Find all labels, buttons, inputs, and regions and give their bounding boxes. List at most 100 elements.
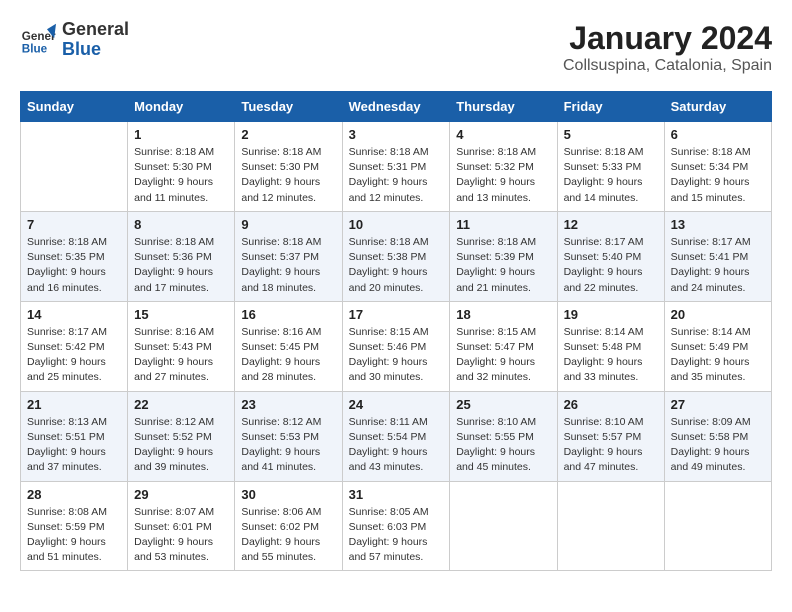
calendar-cell: 27 Sunrise: 8:09 AMSunset: 5:58 PMDayligh… <box>664 391 771 481</box>
calendar-cell: 15Sunrise: 8:16 AMSunset: 5:43 PMDayligh… <box>128 301 235 391</box>
day-number: 16 <box>241 307 335 322</box>
page-header: General Blue General Blue January 2024 C… <box>20 20 772 75</box>
day-info: Sunrise: 8:10 AMSunset: 5:55 PMDaylight:… <box>456 415 550 476</box>
calendar-week-5: 28 Sunrise: 8:08 AMSunset: 5:59 PMDayligh… <box>21 481 772 571</box>
day-info: Sunrise: 8:06 AMSunset: 6:02 PMDaylight:… <box>241 505 335 566</box>
header-friday: Friday <box>557 92 664 122</box>
calendar-cell <box>21 122 128 212</box>
title-block: January 2024 Collsuspina, Catalonia, Spa… <box>563 20 772 75</box>
calendar-cell: 28 Sunrise: 8:08 AMSunset: 5:59 PMDayligh… <box>21 481 128 571</box>
day-number: 25 <box>456 397 550 412</box>
day-info: Sunrise: 8:12 AMSunset: 5:53 PMDaylight:… <box>241 415 335 476</box>
calendar-cell: 19Sunrise: 8:14 AMSunset: 5:48 PMDayligh… <box>557 301 664 391</box>
header-tuesday: Tuesday <box>235 92 342 122</box>
calendar-cell: 5 Sunrise: 8:18 AMSunset: 5:33 PMDaylight… <box>557 122 664 212</box>
logo-text-general: General <box>62 20 129 40</box>
day-info: Sunrise: 8:18 AMSunset: 5:39 PMDaylight:… <box>456 235 550 296</box>
svg-text:Blue: Blue <box>22 42 48 55</box>
calendar-cell: 21Sunrise: 8:13 AMSunset: 5:51 PMDayligh… <box>21 391 128 481</box>
calendar-cell: 18 Sunrise: 8:15 AMSunset: 5:47 PMDayligh… <box>450 301 557 391</box>
day-info: Sunrise: 8:16 AMSunset: 5:45 PMDaylight:… <box>241 325 335 386</box>
calendar-cell: 16 Sunrise: 8:16 AMSunset: 5:45 PMDayligh… <box>235 301 342 391</box>
calendar-cell: 3 Sunrise: 8:18 AMSunset: 5:31 PMDaylight… <box>342 122 450 212</box>
calendar-week-4: 21Sunrise: 8:13 AMSunset: 5:51 PMDayligh… <box>21 391 772 481</box>
logo-icon: General Blue <box>20 22 56 58</box>
day-info: Sunrise: 8:17 AMSunset: 5:42 PMDaylight:… <box>27 325 121 386</box>
calendar-cell: 26Sunrise: 8:10 AMSunset: 5:57 PMDayligh… <box>557 391 664 481</box>
calendar-cell <box>664 481 771 571</box>
calendar-cell <box>557 481 664 571</box>
day-number: 10 <box>349 217 444 232</box>
day-info: Sunrise: 8:12 AMSunset: 5:52 PMDaylight:… <box>134 415 228 476</box>
day-info: Sunrise: 8:09 AMSunset: 5:58 PMDaylight:… <box>671 415 765 476</box>
day-number: 3 <box>349 127 444 142</box>
day-info: Sunrise: 8:15 AMSunset: 5:46 PMDaylight:… <box>349 325 444 386</box>
calendar-cell: 20 Sunrise: 8:14 AMSunset: 5:49 PMDayligh… <box>664 301 771 391</box>
header-thursday: Thursday <box>450 92 557 122</box>
day-number: 22 <box>134 397 228 412</box>
calendar-header-row: SundayMondayTuesdayWednesdayThursdayFrid… <box>21 92 772 122</box>
day-info: Sunrise: 8:18 AMSunset: 5:38 PMDaylight:… <box>349 235 444 296</box>
day-info: Sunrise: 8:18 AMSunset: 5:33 PMDaylight:… <box>564 145 658 206</box>
day-number: 11 <box>456 217 550 232</box>
calendar-cell: 31Sunrise: 8:05 AMSunset: 6:03 PMDayligh… <box>342 481 450 571</box>
logo-text-blue: Blue <box>62 40 129 60</box>
header-monday: Monday <box>128 92 235 122</box>
calendar-cell: 23 Sunrise: 8:12 AMSunset: 5:53 PMDayligh… <box>235 391 342 481</box>
day-number: 23 <box>241 397 335 412</box>
day-info: Sunrise: 8:18 AMSunset: 5:35 PMDaylight:… <box>27 235 121 296</box>
day-info: Sunrise: 8:15 AMSunset: 5:47 PMDaylight:… <box>456 325 550 386</box>
day-number: 4 <box>456 127 550 142</box>
day-info: Sunrise: 8:11 AMSunset: 5:54 PMDaylight:… <box>349 415 444 476</box>
day-info: Sunrise: 8:18 AMSunset: 5:30 PMDaylight:… <box>134 145 228 206</box>
calendar-body: 1 Sunrise: 8:18 AMSunset: 5:30 PMDaylight… <box>21 122 772 571</box>
calendar-cell: 4 Sunrise: 8:18 AMSunset: 5:32 PMDaylight… <box>450 122 557 212</box>
day-number: 30 <box>241 487 335 502</box>
day-number: 7 <box>27 217 121 232</box>
day-number: 6 <box>671 127 765 142</box>
calendar-cell: 7 Sunrise: 8:18 AMSunset: 5:35 PMDaylight… <box>21 211 128 301</box>
calendar-week-2: 7 Sunrise: 8:18 AMSunset: 5:35 PMDaylight… <box>21 211 772 301</box>
day-info: Sunrise: 8:14 AMSunset: 5:48 PMDaylight:… <box>564 325 658 386</box>
day-info: Sunrise: 8:10 AMSunset: 5:57 PMDaylight:… <box>564 415 658 476</box>
day-info: Sunrise: 8:14 AMSunset: 5:49 PMDaylight:… <box>671 325 765 386</box>
day-info: Sunrise: 8:18 AMSunset: 5:32 PMDaylight:… <box>456 145 550 206</box>
calendar-cell: 11 Sunrise: 8:18 AMSunset: 5:39 PMDayligh… <box>450 211 557 301</box>
calendar-cell <box>450 481 557 571</box>
header-wednesday: Wednesday <box>342 92 450 122</box>
header-sunday: Sunday <box>21 92 128 122</box>
day-number: 18 <box>456 307 550 322</box>
day-info: Sunrise: 8:07 AMSunset: 6:01 PMDaylight:… <box>134 505 228 566</box>
day-info: Sunrise: 8:05 AMSunset: 6:03 PMDaylight:… <box>349 505 444 566</box>
calendar-cell: 14 Sunrise: 8:17 AMSunset: 5:42 PMDayligh… <box>21 301 128 391</box>
day-number: 17 <box>349 307 444 322</box>
day-number: 21 <box>27 397 121 412</box>
day-number: 27 <box>671 397 765 412</box>
day-info: Sunrise: 8:18 AMSunset: 5:31 PMDaylight:… <box>349 145 444 206</box>
calendar-cell: 1 Sunrise: 8:18 AMSunset: 5:30 PMDaylight… <box>128 122 235 212</box>
logo: General Blue General Blue <box>20 20 129 60</box>
day-number: 13 <box>671 217 765 232</box>
day-info: Sunrise: 8:17 AMSunset: 5:41 PMDaylight:… <box>671 235 765 296</box>
day-number: 14 <box>27 307 121 322</box>
day-info: Sunrise: 8:18 AMSunset: 5:36 PMDaylight:… <box>134 235 228 296</box>
day-number: 29 <box>134 487 228 502</box>
day-number: 15 <box>134 307 228 322</box>
calendar-cell: 24Sunrise: 8:11 AMSunset: 5:54 PMDayligh… <box>342 391 450 481</box>
day-info: Sunrise: 8:17 AMSunset: 5:40 PMDaylight:… <box>564 235 658 296</box>
calendar-cell: 8Sunrise: 8:18 AMSunset: 5:36 PMDaylight… <box>128 211 235 301</box>
calendar-week-1: 1 Sunrise: 8:18 AMSunset: 5:30 PMDaylight… <box>21 122 772 212</box>
day-number: 5 <box>564 127 658 142</box>
day-number: 1 <box>134 127 228 142</box>
calendar-table: SundayMondayTuesdayWednesdayThursdayFrid… <box>20 91 772 571</box>
day-info: Sunrise: 8:18 AMSunset: 5:34 PMDaylight:… <box>671 145 765 206</box>
day-number: 28 <box>27 487 121 502</box>
day-info: Sunrise: 8:08 AMSunset: 5:59 PMDaylight:… <box>27 505 121 566</box>
calendar-cell: 9Sunrise: 8:18 AMSunset: 5:37 PMDaylight… <box>235 211 342 301</box>
page-title: January 2024 <box>563 20 772 57</box>
calendar-cell: 13 Sunrise: 8:17 AMSunset: 5:41 PMDayligh… <box>664 211 771 301</box>
day-info: Sunrise: 8:18 AMSunset: 5:30 PMDaylight:… <box>241 145 335 206</box>
day-number: 20 <box>671 307 765 322</box>
page-subtitle: Collsuspina, Catalonia, Spain <box>563 57 772 75</box>
calendar-cell: 17 Sunrise: 8:15 AMSunset: 5:46 PMDayligh… <box>342 301 450 391</box>
